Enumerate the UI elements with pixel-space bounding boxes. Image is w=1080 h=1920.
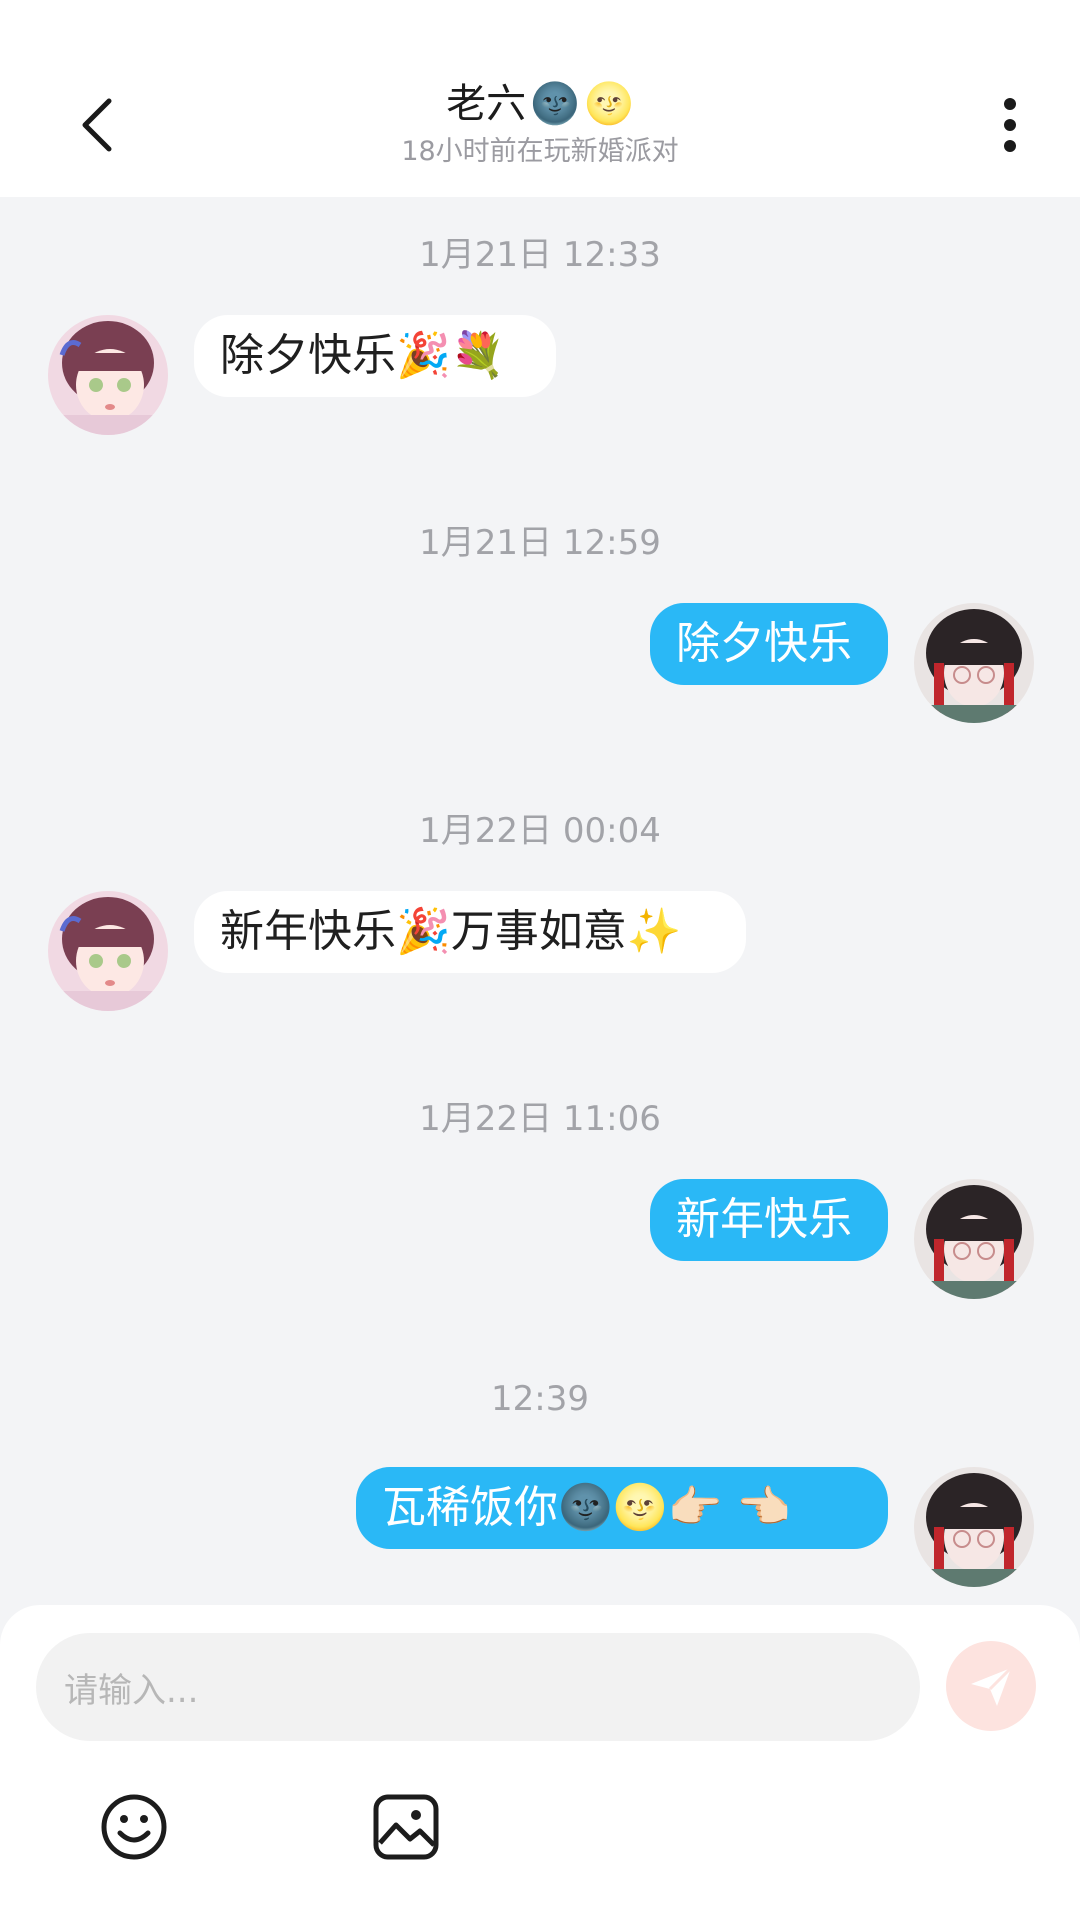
emoji-button[interactable] — [98, 1791, 170, 1863]
image-button[interactable] — [370, 1791, 442, 1863]
anime-girl-avatar-icon — [48, 891, 168, 1011]
send-button[interactable] — [946, 1641, 1036, 1731]
timestamp: 12:39 — [491, 1379, 589, 1419]
send-icon — [971, 1666, 1013, 1706]
message-bubble-outgoing[interactable]: 除夕快乐 — [650, 603, 888, 685]
user-avatar[interactable] — [914, 1179, 1034, 1299]
anime-girl-avatar-icon — [48, 315, 168, 435]
chat-header: 老六 🌚 🌝 18小时前在玩新婚派对 — [0, 0, 1080, 197]
emoji-icon — [101, 1794, 167, 1860]
contact-avatar[interactable] — [48, 891, 168, 1011]
message-bubble-outgoing[interactable]: 瓦稀饭你🌚🌝👉🏻 👈🏻 — [356, 1467, 888, 1549]
message-bubble-incoming[interactable]: 除夕快乐🎉💐 — [194, 315, 556, 397]
contact-status: 18小时前在玩新婚派对 — [401, 136, 679, 167]
timestamp: 1月21日 12:33 — [419, 235, 661, 275]
more-options-button[interactable] — [980, 90, 1040, 160]
input-panel: 请输入... — [0, 1605, 1080, 1920]
anime-girl-glasses-avatar-icon — [914, 1467, 1034, 1587]
chat-screen: 老六 🌚 🌝 18小时前在玩新婚派对 1月21日 12:33 除夕快乐🎉💐 1月… — [0, 0, 1080, 1920]
message-list[interactable]: 1月21日 12:33 除夕快乐🎉💐 1月21日 12:59 除夕快乐 1月22… — [0, 197, 1080, 1605]
contact-avatar[interactable] — [48, 315, 168, 435]
message-bubble-incoming[interactable]: 新年快乐🎉万事如意✨ — [194, 891, 746, 973]
message-input[interactable]: 请输入... — [36, 1633, 920, 1741]
title-emoji-2: 🌝 — [584, 81, 634, 127]
timestamp: 1月22日 11:06 — [419, 1099, 661, 1139]
more-vertical-icon — [1004, 98, 1016, 152]
title-emoji-1: 🌚 — [530, 81, 580, 127]
timestamp: 1月21日 12:59 — [419, 523, 661, 563]
user-avatar[interactable] — [914, 603, 1034, 723]
message-input-placeholder: 请输入... — [64, 1670, 199, 1711]
image-icon — [373, 1794, 439, 1860]
anime-girl-glasses-avatar-icon — [914, 603, 1034, 723]
title-area: 老六 🌚 🌝 18小时前在玩新婚派对 — [0, 78, 1080, 170]
contact-name: 老六 🌚 🌝 — [446, 78, 634, 130]
timestamp: 1月22日 00:04 — [419, 811, 661, 851]
anime-girl-glasses-avatar-icon — [914, 1179, 1034, 1299]
contact-name-text: 老六 — [446, 81, 527, 127]
user-avatar[interactable] — [914, 1467, 1034, 1587]
message-bubble-outgoing[interactable]: 新年快乐 — [650, 1179, 888, 1261]
